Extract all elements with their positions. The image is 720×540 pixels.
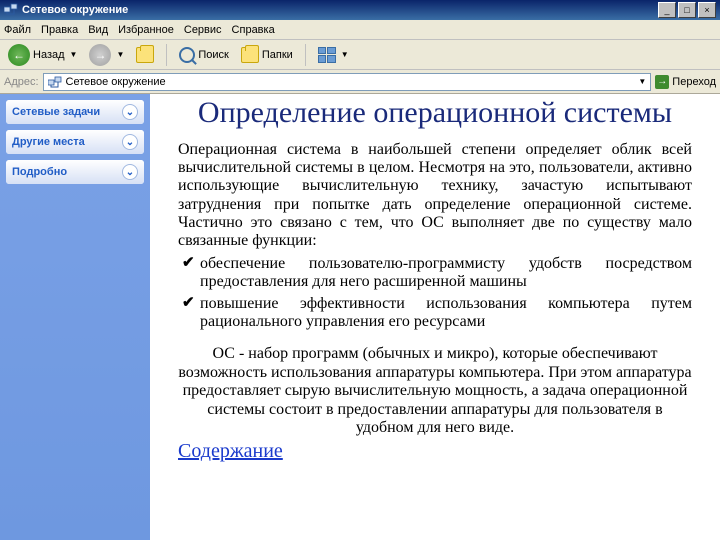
collapse-icon[interactable]: ⌄: [122, 134, 138, 150]
folders-button[interactable]: Папки: [237, 45, 297, 65]
sidebar-panel-network-tasks[interactable]: Сетевые задачи ⌄: [6, 100, 144, 124]
sidebar-panel-other-places[interactable]: Другие места ⌄: [6, 130, 144, 154]
search-button[interactable]: Поиск: [175, 45, 232, 65]
views-icon: [318, 47, 336, 63]
up-button[interactable]: [132, 45, 158, 65]
go-label: Переход: [672, 76, 716, 88]
maximize-button[interactable]: □: [678, 2, 696, 18]
views-button[interactable]: ▼: [314, 45, 353, 65]
chevron-down-icon: ▼: [341, 50, 349, 59]
workspace: Сетевые задачи ⌄ Другие места ⌄ Подробно…: [0, 94, 720, 540]
menu-favorites[interactable]: Избранное: [118, 24, 174, 36]
address-label: Адрес:: [4, 76, 39, 88]
menubar: Файл Правка Вид Избранное Сервис Справка: [0, 20, 720, 40]
menu-edit[interactable]: Правка: [41, 24, 78, 36]
document-paragraph-1: Операционная система в наибольшей степен…: [178, 141, 692, 251]
toolbar: ← Назад ▼ → ▼ Поиск Папки ▼: [0, 40, 720, 70]
menu-view[interactable]: Вид: [88, 24, 108, 36]
sidebar-panel-title: Сетевые задачи: [12, 106, 100, 118]
sidebar-panel-title: Подробно: [12, 166, 67, 178]
document-bullet-2: повышение эффективности использования ко…: [182, 295, 692, 332]
sidebar-panel-title: Другие места: [12, 136, 85, 148]
close-button[interactable]: ×: [698, 2, 716, 18]
search-label: Поиск: [198, 49, 228, 61]
folders-icon: [241, 47, 259, 63]
document-bullet-1: обеспечение пользователю-программисту уд…: [182, 255, 692, 292]
address-icon: [48, 76, 62, 88]
address-bar: Адрес: Сетевое окружение ▼ → Переход: [0, 70, 720, 94]
window-title: Сетевое окружение: [22, 4, 656, 16]
go-button[interactable]: → Переход: [655, 75, 716, 89]
address-value: Сетевое окружение: [66, 76, 166, 88]
back-arrow-icon: ←: [8, 44, 30, 66]
document-title: Определение операционной системы: [178, 96, 692, 131]
address-field[interactable]: Сетевое окружение ▼: [43, 73, 652, 91]
separator: [305, 44, 306, 66]
menu-help[interactable]: Справка: [232, 24, 275, 36]
address-dropdown-icon[interactable]: ▼: [638, 77, 646, 86]
chevron-down-icon: ▼: [70, 50, 78, 59]
go-arrow-icon: →: [655, 75, 669, 89]
search-icon: [179, 47, 195, 63]
back-button[interactable]: ← Назад ▼: [4, 42, 81, 68]
content-area: Определение операционной системы Операци…: [150, 94, 720, 540]
menu-tools[interactable]: Сервис: [184, 24, 222, 36]
menu-file[interactable]: Файл: [4, 24, 31, 36]
chevron-down-icon: ▼: [116, 50, 124, 59]
toc-link[interactable]: Содержание: [178, 441, 288, 462]
document-paragraph-2: ОС - набор программ (обычных и микро), к…: [178, 345, 692, 437]
forward-button[interactable]: → ▼: [85, 42, 128, 68]
window-titlebar: Сетевое окружение _ □ ×: [0, 0, 720, 20]
folder-up-icon: [136, 47, 154, 63]
sidebar: Сетевые задачи ⌄ Другие места ⌄ Подробно…: [0, 94, 150, 540]
minimize-button[interactable]: _: [658, 2, 676, 18]
back-label: Назад: [33, 49, 65, 61]
sidebar-panel-details[interactable]: Подробно ⌄: [6, 160, 144, 184]
collapse-icon[interactable]: ⌄: [122, 164, 138, 180]
collapse-icon[interactable]: ⌄: [122, 104, 138, 120]
app-icon: [4, 3, 18, 17]
separator: [166, 44, 167, 66]
forward-arrow-icon: →: [89, 44, 111, 66]
folders-label: Папки: [262, 49, 293, 61]
document-bullet-list: обеспечение пользователю-программисту уд…: [178, 255, 692, 332]
